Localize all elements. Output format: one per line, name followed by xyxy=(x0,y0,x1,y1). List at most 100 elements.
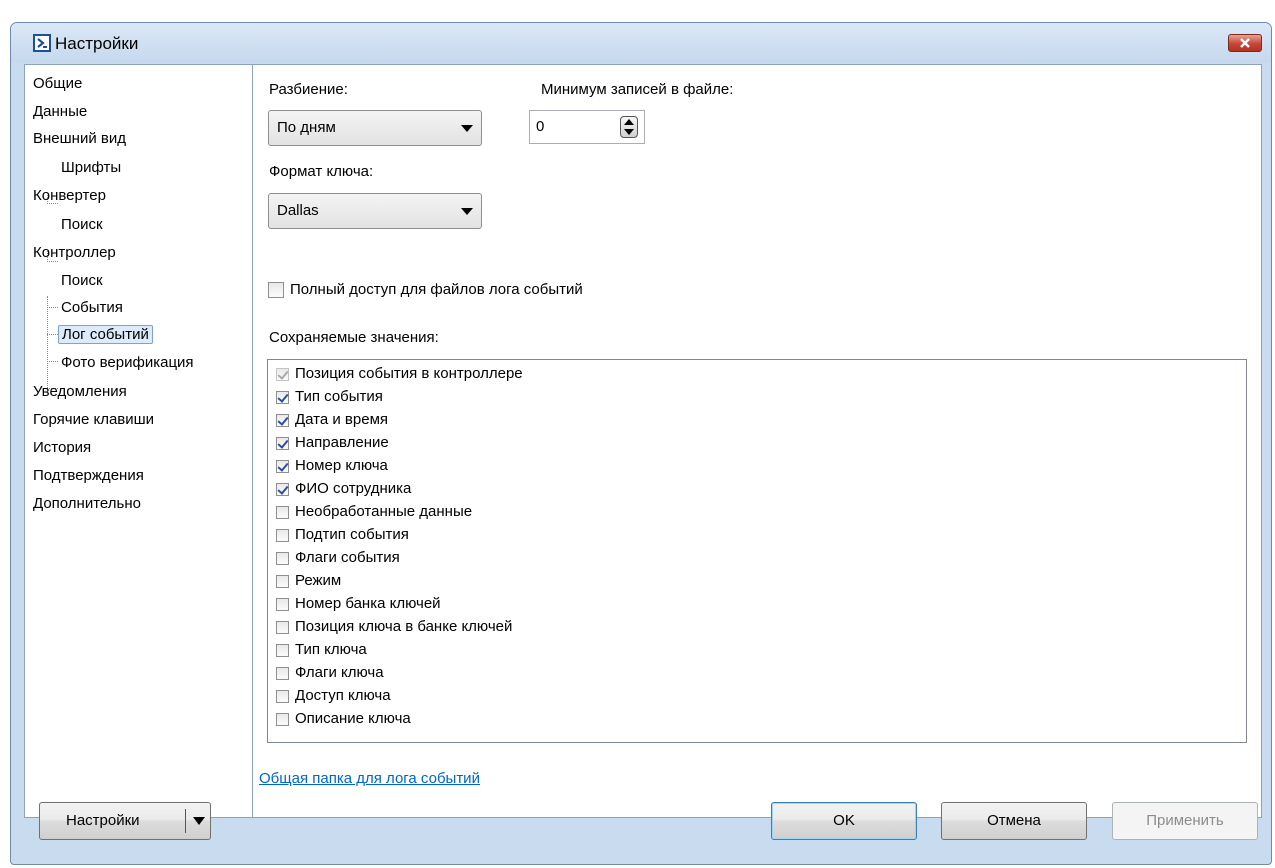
nav-item-label: Внешний вид xyxy=(33,130,126,147)
list-item-employee-name[interactable]: ФИО сотрудника xyxy=(276,477,411,500)
shared-folder-link[interactable]: Общая папка для лога событий xyxy=(259,770,480,787)
close-button[interactable] xyxy=(1228,34,1262,52)
ok-button-label: OK xyxy=(833,812,855,829)
nav-item-label: Поиск xyxy=(61,216,103,233)
checkbox[interactable] xyxy=(276,620,289,634)
list-item-label: Тип события xyxy=(295,388,383,405)
chevron-down-icon xyxy=(461,125,473,132)
checkbox[interactable] xyxy=(276,528,289,542)
checkbox[interactable] xyxy=(276,482,289,496)
list-item-key-flags[interactable]: Флаги ключа xyxy=(276,661,384,684)
nav-item-photo-verification[interactable]: Фото верификация xyxy=(61,352,194,374)
list-item-label: Режим xyxy=(295,572,342,589)
tree-line xyxy=(47,296,48,388)
list-item-direction[interactable]: Направление xyxy=(276,431,389,454)
tree-line xyxy=(47,361,58,362)
nav-item-fonts[interactable]: Шрифты xyxy=(61,157,121,179)
nav-item-label: Фото верификация xyxy=(61,354,194,371)
full-access-checkbox-row[interactable]: Полный доступ для файлов лога событий xyxy=(268,281,583,299)
checkbox[interactable] xyxy=(276,459,289,473)
list-item-label: Описание ключа xyxy=(295,710,411,727)
cancel-button[interactable]: Отмена xyxy=(941,802,1087,840)
nav-item-label: Дополнительно xyxy=(33,495,141,512)
list-item-label: Номер банка ключей xyxy=(295,595,441,612)
nav-item-controller[interactable]: Контроллер xyxy=(33,242,116,264)
list-item-label: ФИО сотрудника xyxy=(295,480,412,497)
nav-item-converter-search[interactable]: Поиск xyxy=(61,214,103,236)
checkbox[interactable] xyxy=(276,413,289,427)
list-item-label: Флаги ключа xyxy=(295,664,384,681)
list-item-key-number[interactable]: Номер ключа xyxy=(276,454,388,477)
settings-button-label: Настройки xyxy=(66,812,140,829)
list-item-label: Направление xyxy=(295,434,389,451)
nav-item-events[interactable]: События xyxy=(61,297,123,319)
checkbox[interactable] xyxy=(276,436,289,450)
checkbox[interactable] xyxy=(276,505,289,519)
nav-item-controller-search[interactable]: Поиск xyxy=(61,270,103,292)
list-item-event-flags[interactable]: Флаги события xyxy=(276,546,400,569)
nav-item-advanced[interactable]: Дополнительно xyxy=(33,493,141,515)
nav-item-label: Общие xyxy=(33,75,83,92)
chevron-down-icon[interactable] xyxy=(193,817,205,825)
list-item-key-position-in-bank[interactable]: Позиция ключа в банке ключей xyxy=(276,615,512,638)
checkbox[interactable] xyxy=(276,390,289,404)
list-item-label: Номер ключа xyxy=(295,457,388,474)
checkbox[interactable] xyxy=(276,574,289,588)
title-bar[interactable]: Настройки xyxy=(11,23,1271,63)
apply-button[interactable]: Применить xyxy=(1112,802,1258,840)
nav-item-label: Горячие клавиши xyxy=(33,411,155,428)
checkbox[interactable] xyxy=(276,597,289,611)
nav-item-data[interactable]: Данные xyxy=(33,101,87,123)
list-item-key-type[interactable]: Тип ключа xyxy=(276,638,367,661)
nav-item-history[interactable]: История xyxy=(33,437,91,459)
split-select-value: По дням xyxy=(277,119,336,136)
dialog-content: Общие Данные Внешний вид Шрифты Конверте… xyxy=(24,64,1262,818)
close-icon xyxy=(1240,38,1250,48)
checkbox[interactable] xyxy=(276,689,289,703)
checkbox[interactable] xyxy=(276,712,289,726)
nav-item-label: Конвертер xyxy=(33,187,106,204)
nav-item-converter[interactable]: Конвертер xyxy=(33,185,106,207)
settings-window: Настройки Общие Данные Внешний вид Шрифт… xyxy=(10,22,1272,865)
nav-item-general[interactable]: Общие xyxy=(33,73,82,95)
list-item-mode[interactable]: Режим xyxy=(276,569,341,592)
split-label: Разбиение: xyxy=(269,81,348,98)
spin-up-icon xyxy=(624,119,634,125)
saved-values-checklist[interactable]: Позиция события в контроллере Тип событи… xyxy=(267,359,1247,743)
checkbox[interactable] xyxy=(276,551,289,565)
list-item-event-type[interactable]: Тип события xyxy=(276,385,383,408)
split-separator xyxy=(185,809,186,833)
key-format-select-value: Dallas xyxy=(277,202,319,219)
window-title: Настройки xyxy=(55,34,139,53)
list-item-label: Дата и время xyxy=(295,411,389,428)
settings-nav-tree[interactable]: Общие Данные Внешний вид Шрифты Конверте… xyxy=(25,65,253,817)
list-item-event-position[interactable]: Позиция события в контроллере xyxy=(276,362,523,385)
min-records-spinbox[interactable]: 0 xyxy=(529,110,645,144)
nav-item-label: Лог событий xyxy=(58,325,153,344)
nav-item-label: Шрифты xyxy=(61,159,122,176)
nav-item-confirmations[interactable]: Подтверждения xyxy=(33,465,144,487)
list-item-label: Тип ключа xyxy=(295,641,367,658)
full-access-label: Полный доступ для файлов лога событий xyxy=(290,281,583,298)
list-item-key-bank-number[interactable]: Номер банка ключей xyxy=(276,592,441,615)
nav-item-notifications[interactable]: Уведомления xyxy=(33,381,127,403)
split-select[interactable]: По дням xyxy=(268,110,482,146)
list-item-raw-data[interactable]: Необработанные данные xyxy=(276,500,472,523)
list-item-date-time[interactable]: Дата и время xyxy=(276,408,388,431)
chevron-down-icon xyxy=(461,208,473,215)
settings-split-button[interactable]: Настройки xyxy=(39,802,211,840)
list-item-key-access[interactable]: Доступ ключа xyxy=(276,684,391,707)
checkbox[interactable] xyxy=(276,666,289,680)
checkbox[interactable] xyxy=(276,643,289,657)
spin-updown-button[interactable] xyxy=(620,116,638,138)
event-log-settings-panel: Разбиение: По дням Минимум записей в фай… xyxy=(253,65,1261,817)
list-item-label: Доступ ключа xyxy=(295,687,391,704)
nav-item-hotkeys[interactable]: Горячие клавиши xyxy=(33,409,154,431)
nav-item-event-log[interactable]: Лог событий xyxy=(58,324,153,346)
nav-item-appearance[interactable]: Внешний вид xyxy=(33,128,126,150)
list-item-key-description[interactable]: Описание ключа xyxy=(276,707,411,730)
key-format-select[interactable]: Dallas xyxy=(268,193,482,229)
full-access-checkbox[interactable] xyxy=(268,282,284,299)
list-item-event-subtype[interactable]: Подтип события xyxy=(276,523,409,546)
ok-button[interactable]: OK xyxy=(771,802,917,840)
